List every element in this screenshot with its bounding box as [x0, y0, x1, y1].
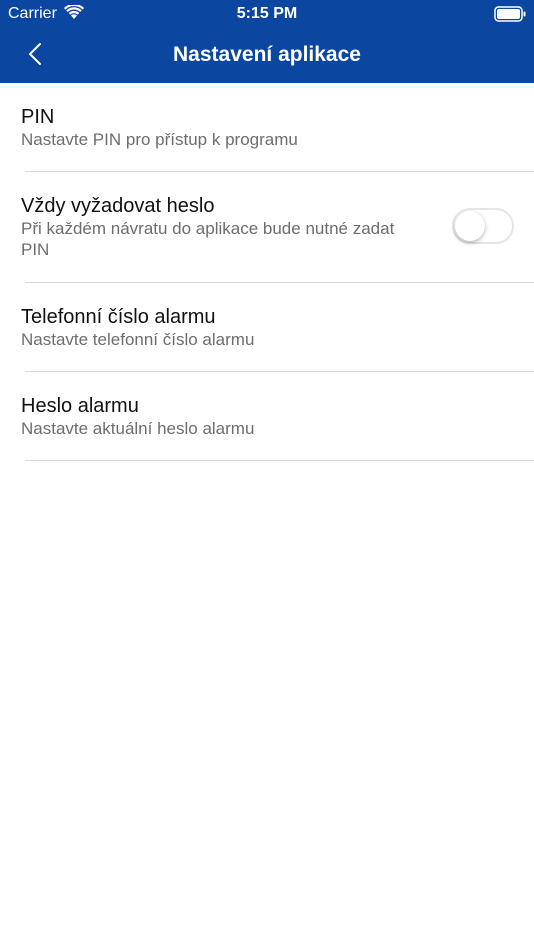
toggle-knob: [455, 211, 485, 241]
setting-pin[interactable]: PIN Nastavte PIN pro přístup k programu: [21, 83, 534, 172]
navigation-bar: Nastavení aplikace: [0, 28, 534, 83]
battery-icon: [494, 6, 526, 22]
setting-always-require-password-description: Při každém návratu do aplikace bude nutn…: [21, 219, 395, 259]
header: Carrier 5:15 PM Nastavení aplikace: [0, 0, 534, 83]
setting-alarm-phone-number[interactable]: Telefonní číslo alarmu Nastavte telefonn…: [21, 283, 534, 372]
settings-list: PIN Nastavte PIN pro přístup k programu …: [0, 83, 534, 461]
require-password-toggle[interactable]: [452, 208, 514, 244]
setting-always-require-password[interactable]: Vždy vyžadovat heslo Při každém návratu …: [21, 172, 534, 283]
screen: Carrier 5:15 PM Nastavení aplikace PIN N…: [0, 0, 534, 950]
setting-alarm-password-title: Heslo alarmu: [21, 395, 139, 417]
setting-alarm-password-description: Nastavte aktuální heslo alarmu: [21, 419, 255, 438]
setting-alarm-password[interactable]: Heslo alarmu Nastavte aktuální heslo ala…: [21, 372, 534, 461]
status-bar: Carrier 5:15 PM: [0, 0, 534, 28]
setting-pin-description: Nastavte PIN pro přístup k programu: [21, 130, 298, 149]
page-title: Nastavení aplikace: [173, 43, 361, 66]
status-time: 5:15 PM: [236, 5, 298, 22]
setting-alarm-phone-number-title: Telefonní číslo alarmu: [21, 306, 216, 328]
setting-alarm-phone-number-description: Nastavte telefonní číslo alarmu: [21, 330, 255, 349]
setting-pin-title: PIN: [21, 106, 55, 128]
setting-always-require-password-title: Vždy vyžadovat heslo: [21, 195, 215, 217]
